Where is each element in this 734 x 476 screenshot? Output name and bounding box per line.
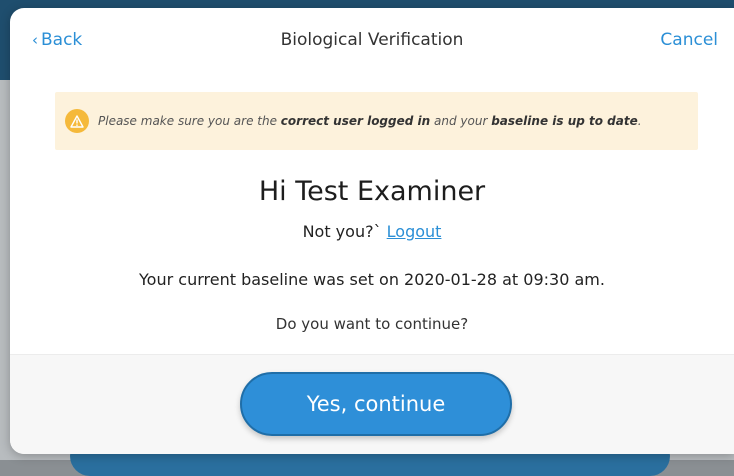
warning-icon — [65, 109, 89, 133]
verification-modal: ‹ Back Biological Verification Cancel Pl… — [10, 8, 734, 454]
warning-text: Please make sure you are the correct use… — [98, 114, 642, 128]
continue-question: Do you want to continue? — [275, 315, 469, 333]
baseline-info: Your current baseline was set on 2020-01… — [139, 270, 605, 289]
logout-link[interactable]: Logout — [387, 222, 442, 241]
modal-header: ‹ Back Biological Verification Cancel — [10, 8, 734, 76]
not-you-prompt: Not you?` — [302, 222, 387, 241]
greeting-heading: Hi Test Examiner — [258, 176, 486, 207]
cancel-button[interactable]: Cancel — [660, 30, 718, 50]
not-you-line: Not you?` Logout — [10, 222, 734, 241]
modal-title: Biological Verification — [280, 30, 464, 50]
warning-banner: Please make sure you are the correct use… — [55, 92, 698, 150]
continue-button[interactable]: Yes, continue — [240, 372, 512, 436]
